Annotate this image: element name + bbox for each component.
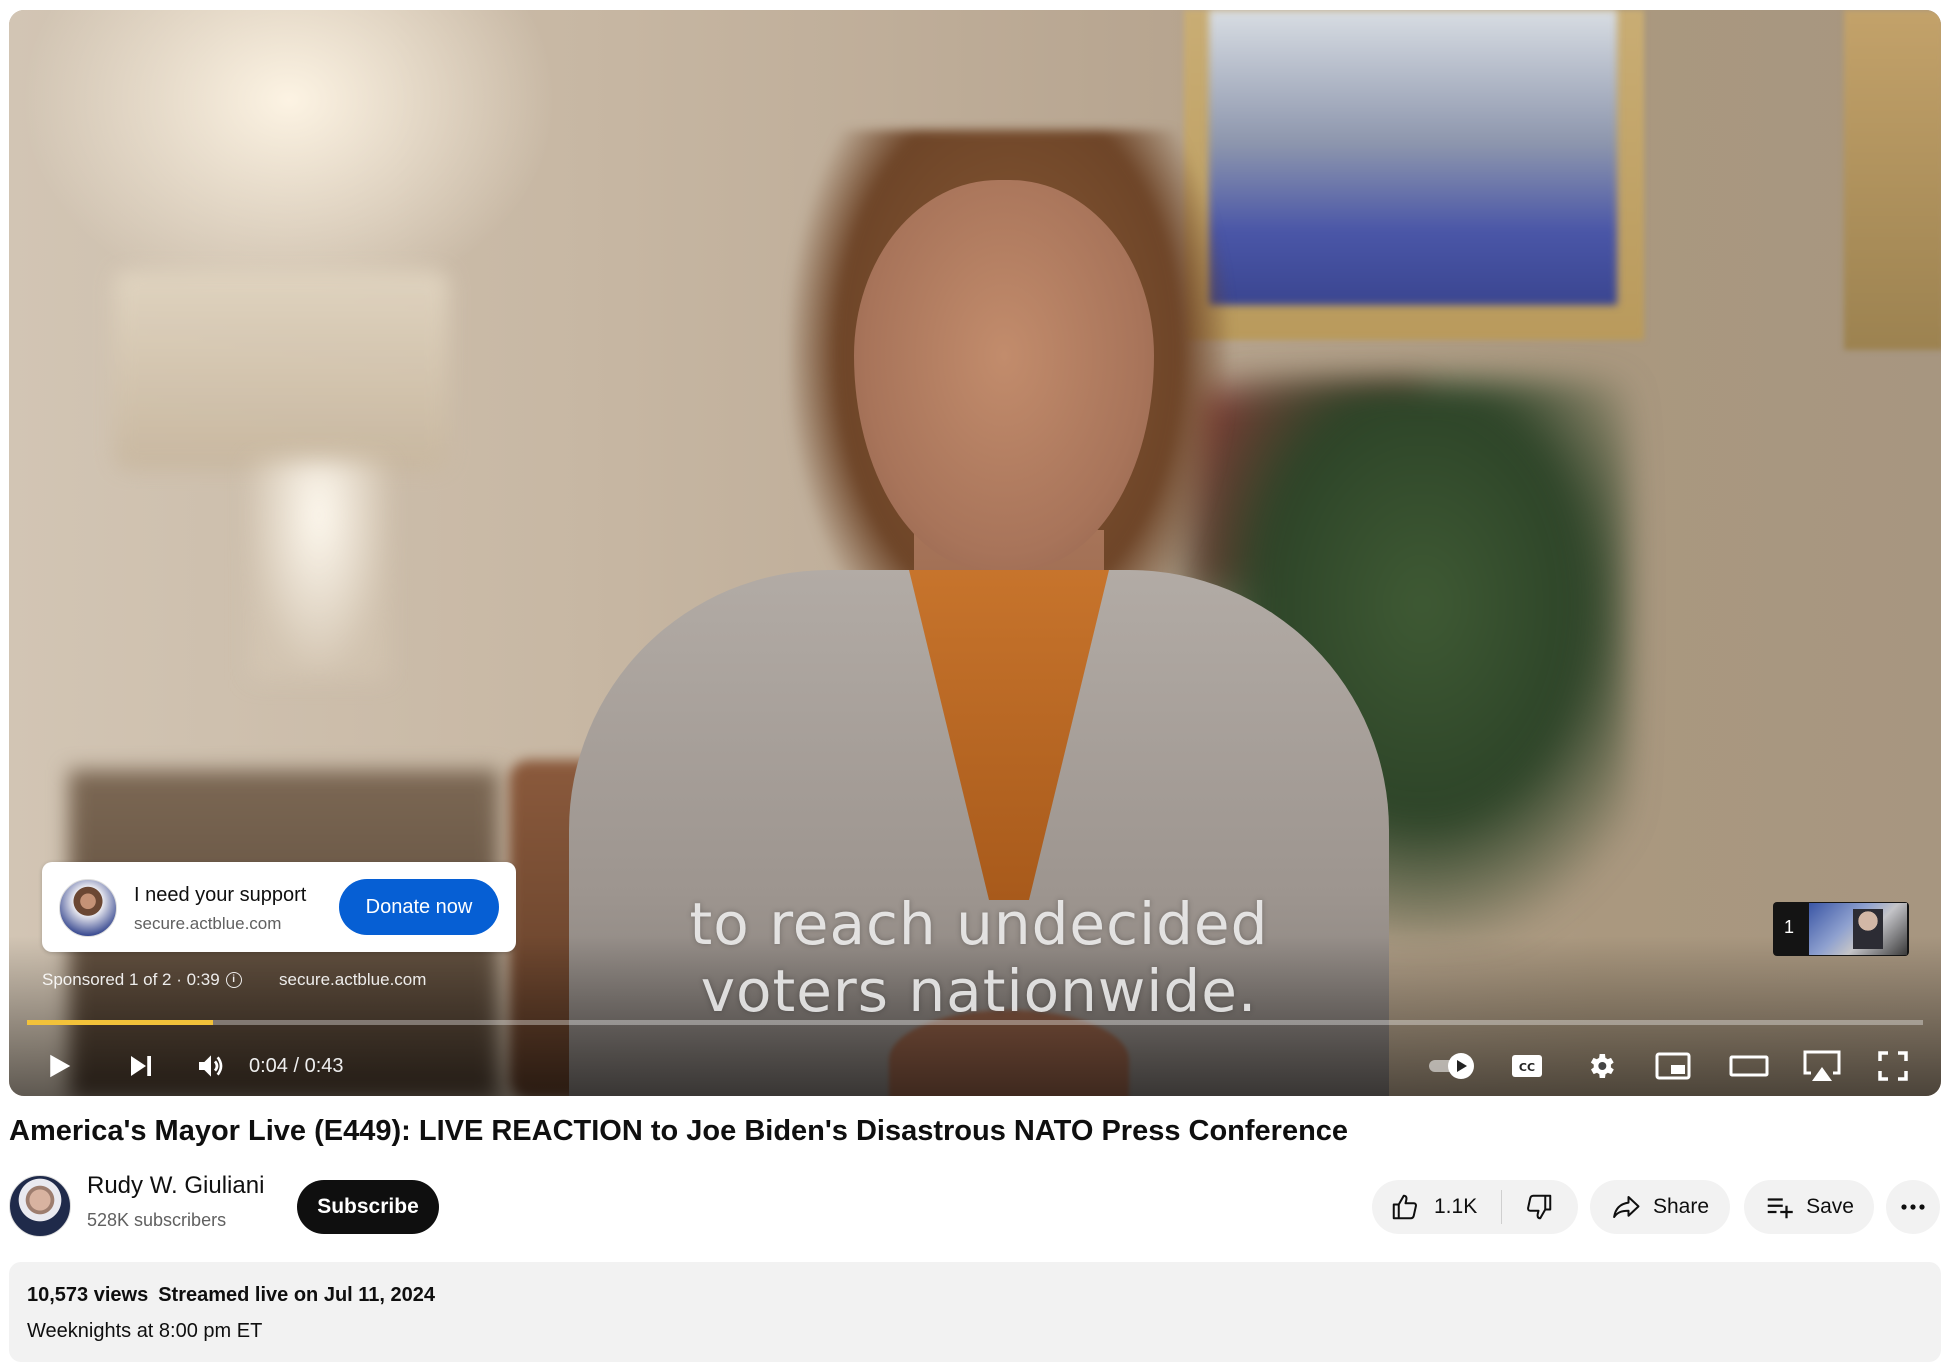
ad-sponsored-info: Sponsored 1 of 2 · 0:39 i (42, 970, 242, 990)
caption-line-1: to reach undecided (689, 890, 1269, 958)
settings-button[interactable] (1579, 1046, 1623, 1086)
ad-sponsored-label: Sponsored 1 of 2 · 0:39 (42, 970, 220, 989)
captions-button[interactable]: CC (1505, 1046, 1549, 1086)
next-button[interactable] (119, 1046, 163, 1086)
wall-frame-right (1844, 10, 1941, 350)
ad-url[interactable]: secure.actblue.com (134, 914, 281, 934)
streamed-date: Streamed live on Jul 11, 2024 (158, 1284, 436, 1306)
next-icon (131, 1056, 151, 1076)
fullscreen-button[interactable] (1871, 1046, 1915, 1086)
save-playlist-icon (1767, 1198, 1793, 1219)
play-icon (50, 1054, 71, 1078)
description-box[interactable]: 10,573 views Streamed live on Jul 11, 202… (9, 1262, 1941, 1362)
view-count: 10,573 views (27, 1284, 149, 1306)
theater-button[interactable] (1721, 1046, 1777, 1086)
dislike-button[interactable] (1502, 1180, 1576, 1234)
more-actions-button[interactable] (1886, 1180, 1940, 1234)
share-button[interactable]: Share (1590, 1180, 1730, 1234)
like-count: 1.1K (1434, 1195, 1478, 1218)
share-label: Share (1652, 1195, 1710, 1218)
view-info: 10,573 views Streamed live on Jul 11, 202… (27, 1284, 445, 1307)
ad-title[interactable]: I need your support (134, 884, 306, 907)
like-button[interactable]: 1.1K (1372, 1180, 1477, 1234)
play-button[interactable] (37, 1046, 81, 1086)
channel-avatar[interactable] (9, 1175, 71, 1237)
ad-meta-url[interactable]: secure.actblue.com (279, 970, 426, 990)
like-dislike-group: 1.1K (1372, 1180, 1578, 1234)
save-button[interactable]: Save (1744, 1180, 1874, 1234)
gear-icon (1590, 1054, 1614, 1078)
ad-queue-thumbnail[interactable]: 1 (1773, 902, 1909, 956)
donate-button[interactable]: Donate now (339, 879, 499, 935)
info-icon[interactable]: i (225, 972, 242, 988)
video-title: America's Mayor Live (E449): LIVE REACTI… (9, 1115, 1349, 1147)
fullscreen-icon (1878, 1051, 1908, 1081)
airplay-icon (1803, 1050, 1841, 1081)
share-icon (1613, 1196, 1640, 1218)
volume-button[interactable] (189, 1046, 233, 1086)
save-label: Save (1806, 1195, 1854, 1218)
svg-text:CC: CC (1519, 1061, 1535, 1074)
lamp-shade (114, 270, 449, 470)
speaker-face (854, 180, 1154, 570)
autoplay-toggle-icon (1429, 1053, 1474, 1079)
theater-icon (1729, 1055, 1769, 1077)
more-icon (1901, 1204, 1925, 1210)
channel-name[interactable]: Rudy W. Giuliani (87, 1172, 264, 1200)
wall-picture (1209, 10, 1617, 305)
subscriber-count: 528K subscribers (87, 1210, 227, 1230)
caption-line-2: voters nationwide. (700, 957, 1258, 1025)
miniplayer-button[interactable] (1651, 1046, 1695, 1086)
video-player[interactable]: to reach undecided voters nationwide. I … (9, 10, 1941, 1096)
miniplayer-icon (1655, 1052, 1691, 1080)
ad-queue-preview (1809, 903, 1907, 955)
ad-avatar (59, 879, 117, 937)
progress-bar[interactable] (27, 1020, 1923, 1025)
volume-icon (199, 1055, 223, 1077)
thumbs-up-icon (1392, 1194, 1417, 1220)
airplay-button[interactable] (1797, 1046, 1847, 1086)
subscribe-button[interactable]: Subscribe (297, 1180, 439, 1234)
progress-fill (27, 1020, 213, 1025)
time-display: 0:04 / 0:43 (249, 1055, 344, 1077)
lamp-glow (249, 460, 389, 680)
ad-card[interactable]: I need your support secure.actblue.com D… (42, 862, 516, 952)
captions-icon: CC (1512, 1055, 1542, 1077)
description-text: Weeknights at 8:00 pm ET (27, 1320, 263, 1342)
autoplay-toggle[interactable] (1425, 1046, 1481, 1086)
thumbs-down-icon (1527, 1194, 1552, 1220)
ad-queue-count: 1 (1784, 917, 1795, 937)
